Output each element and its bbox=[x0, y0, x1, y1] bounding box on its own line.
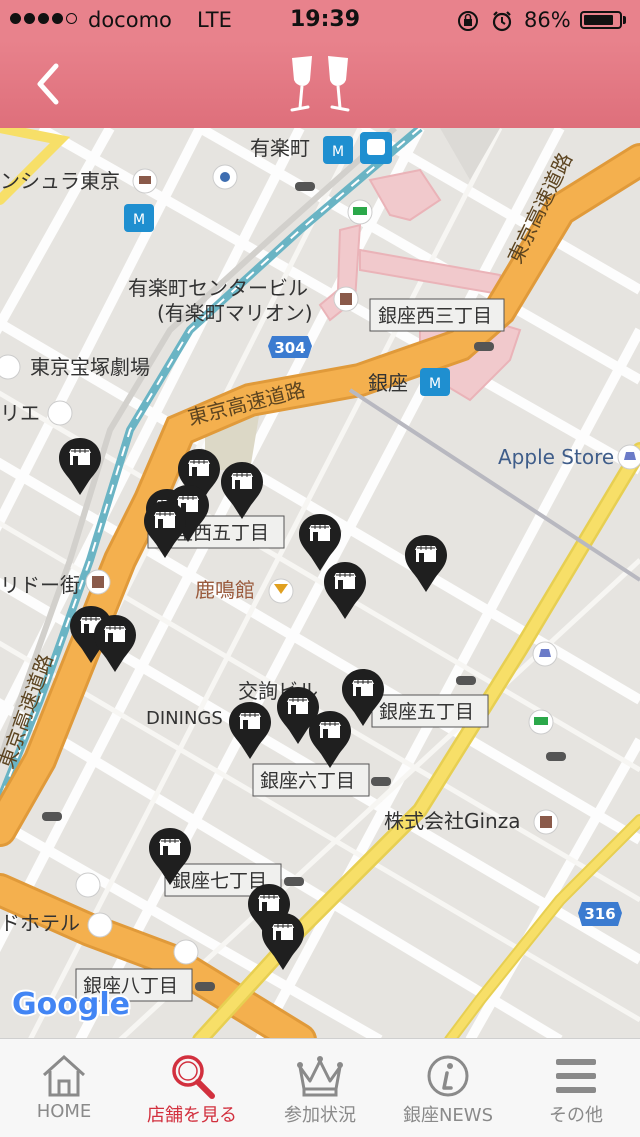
battery-percent: 86% bbox=[524, 8, 571, 32]
network-type: LTE bbox=[197, 8, 232, 32]
home-icon bbox=[42, 1054, 86, 1097]
map-label: 銀座 bbox=[368, 371, 408, 395]
carrier-name: docomo bbox=[88, 8, 172, 32]
tab-news[interactable]: 銀座NEWS bbox=[384, 1039, 512, 1137]
district-label: 銀座西三丁目 bbox=[378, 305, 492, 327]
menu-icon bbox=[556, 1059, 596, 1093]
signal-strength-icon bbox=[10, 13, 77, 24]
info-icon bbox=[427, 1055, 469, 1097]
district-label: 銀座六丁目 bbox=[260, 770, 355, 792]
map-label: 鹿鳴館 bbox=[195, 578, 255, 602]
tab-more-label: その他 bbox=[549, 1105, 603, 1126]
route-shield: 304 bbox=[274, 339, 305, 357]
map-label: リドー街 bbox=[0, 573, 80, 597]
map-label: Apple Store bbox=[498, 445, 614, 469]
chevron-left-icon[interactable] bbox=[30, 60, 70, 108]
map-label: 有楽町 bbox=[250, 136, 310, 160]
crown-icon bbox=[297, 1056, 343, 1097]
status-bar: docomo LTE 19:39 86% bbox=[0, 0, 640, 40]
svg-text:M: M bbox=[429, 376, 441, 392]
map-label: (有楽町マリオン) bbox=[157, 301, 313, 325]
app-header bbox=[0, 40, 640, 128]
rotation-lock-alarm-icon bbox=[458, 11, 512, 32]
route-shield: 316 bbox=[584, 905, 615, 923]
map-label: 有楽町センタービル bbox=[128, 276, 308, 300]
tab-bar: HOME 店舗を見る 参加状況 銀座NEWS その他 bbox=[0, 1038, 640, 1137]
map-label: 株式会社Ginza bbox=[384, 809, 520, 833]
district-label: 銀座七丁目 bbox=[172, 870, 267, 892]
tab-participation-label: 参加状況 bbox=[284, 1105, 356, 1126]
google-logo: Google Google bbox=[10, 985, 132, 1024]
tab-home-label: HOME bbox=[36, 1101, 92, 1122]
battery-icon bbox=[580, 11, 622, 29]
svg-text:M: M bbox=[332, 144, 344, 160]
tab-news-label: 銀座NEWS bbox=[402, 1105, 494, 1126]
svg-text:M: M bbox=[133, 212, 145, 228]
map-label: リエ bbox=[0, 401, 40, 425]
map-label: DININGS bbox=[146, 708, 223, 729]
tab-more[interactable]: その他 bbox=[512, 1039, 640, 1137]
map-label: ドホテル bbox=[0, 911, 80, 935]
store-map[interactable]: 東京高速道路 東京高速道路 東京高速道路 有楽町 ンシュラ東京 有楽町センタービ… bbox=[0, 128, 640, 1038]
map-label: 東京宝塚劇場 bbox=[30, 355, 150, 379]
tab-participation[interactable]: 参加状況 bbox=[256, 1039, 384, 1137]
district-label: 銀座五丁目 bbox=[379, 701, 474, 723]
clock: 19:39 bbox=[290, 7, 361, 32]
champagne-glasses-icon bbox=[290, 56, 350, 112]
tab-stores[interactable]: 店舗を見る bbox=[128, 1039, 256, 1137]
tab-home[interactable]: HOME bbox=[0, 1039, 128, 1137]
search-icon bbox=[172, 1055, 215, 1099]
tab-stores-label: 店舗を見る bbox=[147, 1105, 237, 1126]
map-label: ンシュラ東京 bbox=[0, 169, 120, 193]
svg-text:Google: Google bbox=[12, 987, 130, 1022]
